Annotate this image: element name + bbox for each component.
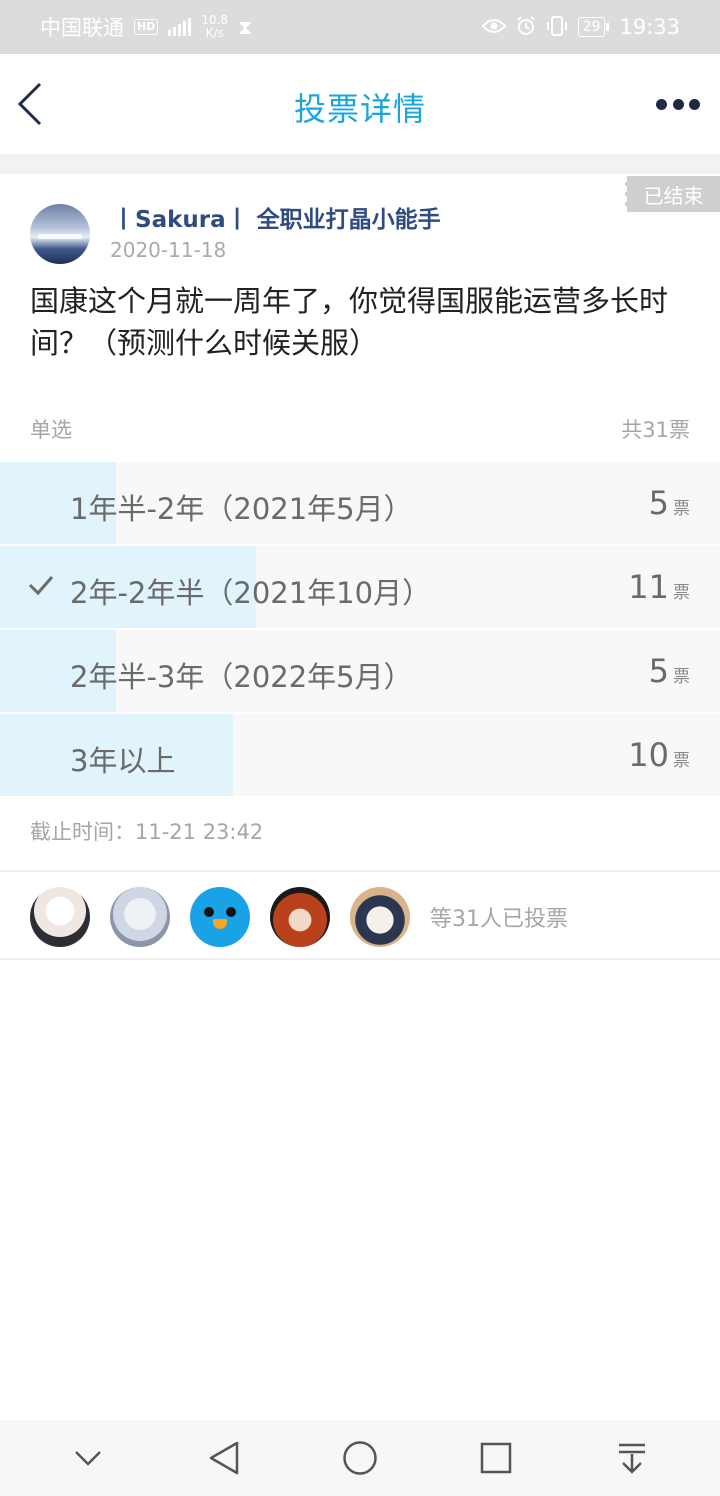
battery-icon: 29 <box>577 17 610 37</box>
option-unit: 票 <box>673 667 690 687</box>
vibrate-icon <box>546 15 568 39</box>
option-label: 2年半-3年（2022年5月） <box>70 660 413 694</box>
option-count: 10 票 <box>628 736 690 774</box>
option-count: 11 票 <box>628 568 690 606</box>
option-unit: 票 <box>673 583 690 603</box>
more-dot-icon <box>689 98 700 110</box>
eye-icon <box>481 17 506 37</box>
option-votes: 5 <box>648 652 669 690</box>
status-left: 中国联通 HD 10.8 K/s ⧗ <box>40 12 252 42</box>
recents-button[interactable] <box>466 1428 526 1488</box>
author-avatar[interactable] <box>30 204 90 264</box>
poll-card: 已结束 丨Sakura丨 全职业打晶小能手 2020-11-18 国康这个月就一… <box>0 174 720 874</box>
voter-avatar[interactable] <box>270 887 330 947</box>
poll-options: 1年半-2年（2021年5月） 5 票 2年-2年半（2021年10月） 11 … <box>0 462 720 798</box>
nav-bar: 投票详情 <box>0 54 720 154</box>
option-unit: 票 <box>673 499 690 519</box>
notification-pull-button[interactable] <box>602 1428 662 1488</box>
total-votes: 共31票 <box>621 418 690 442</box>
vote-type: 单选 <box>30 418 72 442</box>
pull-down-icon <box>619 1443 645 1474</box>
signal-icon <box>168 18 192 36</box>
status-badge: 已结束 <box>625 176 720 212</box>
clock: 19:33 <box>619 15 680 39</box>
home-button[interactable] <box>330 1428 390 1488</box>
divider <box>0 870 720 872</box>
status-bar: 中国联通 HD 10.8 K/s ⧗ 29 19:33 <box>0 0 720 54</box>
more-dot-icon <box>672 98 684 110</box>
alarm-icon <box>516 15 536 39</box>
post-date: 2020-11-18 <box>110 238 227 262</box>
author-name[interactable]: 丨Sakura丨 全职业打晶小能手 <box>112 200 441 234</box>
carrier-name: 中国联通 <box>40 16 124 40</box>
deadline-text: 截止时间：11-21 23:42 <box>30 820 264 844</box>
option-votes: 11 <box>628 568 669 606</box>
section-gap <box>0 154 720 174</box>
status-right: 29 19:33 <box>481 15 680 39</box>
option-count: 5 票 <box>649 484 690 522</box>
voter-avatar[interactable] <box>30 887 90 947</box>
system-back-button[interactable] <box>194 1428 254 1488</box>
voter-avatar[interactable] <box>110 887 170 947</box>
page-title: 投票详情 <box>293 90 426 128</box>
voter-avatar[interactable] <box>350 887 410 947</box>
option-label: 2年-2年半（2021年10月） <box>70 576 432 610</box>
hide-nav-button[interactable] <box>58 1428 118 1488</box>
hourglass-icon: ⧗ <box>238 15 253 39</box>
checkmark-icon <box>28 576 54 596</box>
more-dot-icon <box>656 98 667 110</box>
option-unit: 票 <box>673 751 690 771</box>
option-votes: 10 <box>628 736 669 774</box>
speed-unit: K/s <box>205 26 224 40</box>
circle-home-icon <box>343 1441 377 1475</box>
voter-count[interactable]: 等31人已投票 <box>430 901 568 933</box>
hd-badge: HD <box>134 19 159 35</box>
square-recents-icon <box>480 1442 512 1474</box>
voter-avatar[interactable] <box>190 887 250 947</box>
option-count: 5 票 <box>649 652 690 690</box>
system-nav-bar <box>0 1420 720 1496</box>
voters-row[interactable]: 等31人已投票 <box>0 876 720 958</box>
poll-option[interactable]: 2年-2年半（2021年10月） 11 票 <box>0 546 720 628</box>
poll-option[interactable]: 3年以上 10 票 <box>0 714 720 796</box>
option-votes: 5 <box>648 484 669 522</box>
poll-meta: 单选 共31票 <box>30 414 690 444</box>
option-label: 1年半-2年（2021年5月） <box>70 492 413 526</box>
option-label: 3年以上 <box>70 744 176 778</box>
triangle-back-icon <box>209 1441 239 1475</box>
poll-question: 国康这个月就一周年了，你觉得国服能运营多长时间？（预测什么时候关服） <box>30 284 669 360</box>
poll-option[interactable]: 2年半-3年（2022年5月） 5 票 <box>0 630 720 712</box>
network-speed: 10.8 K/s <box>201 14 228 40</box>
divider <box>0 958 720 960</box>
more-options-button[interactable] <box>656 92 700 116</box>
chevron-down-icon <box>75 1451 101 1466</box>
poll-option[interactable]: 1年半-2年（2021年5月） 5 票 <box>0 462 720 544</box>
